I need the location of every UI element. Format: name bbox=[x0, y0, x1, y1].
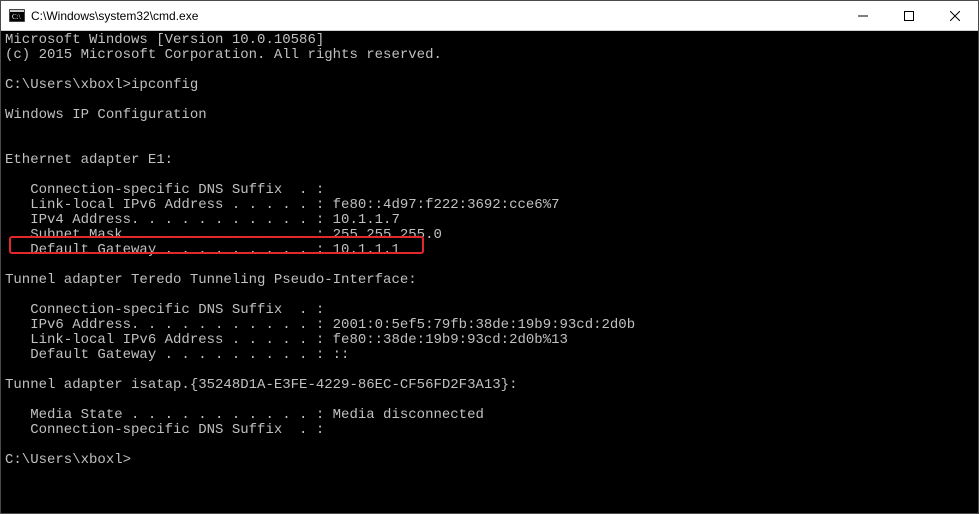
window-controls bbox=[840, 1, 978, 30]
terminal-line: (c) 2015 Microsoft Corporation. All righ… bbox=[5, 48, 976, 63]
terminal-line: IPv4 Address. . . . . . . . . . . : 10.1… bbox=[5, 213, 976, 228]
terminal-line: Default Gateway . . . . . . . . . : :: bbox=[5, 348, 976, 363]
terminal-line: Link-local IPv6 Address . . . . . : fe80… bbox=[5, 198, 976, 213]
terminal-line bbox=[5, 123, 976, 138]
terminal-line bbox=[5, 438, 976, 453]
terminal-line bbox=[5, 288, 976, 303]
terminal-line: Windows IP Configuration bbox=[5, 108, 976, 123]
terminal-line bbox=[5, 93, 976, 108]
terminal-line: Ethernet adapter E1: bbox=[5, 153, 976, 168]
terminal-output[interactable]: Microsoft Windows [Version 10.0.10586](c… bbox=[1, 31, 978, 513]
maximize-button[interactable] bbox=[886, 1, 932, 30]
terminal-line: Link-local IPv6 Address . . . . . : fe80… bbox=[5, 333, 976, 348]
cmd-icon: C:\ bbox=[9, 8, 25, 24]
terminal-line: Media State . . . . . . . . . . . : Medi… bbox=[5, 408, 976, 423]
close-button[interactable] bbox=[932, 1, 978, 30]
terminal-line: Tunnel adapter isatap.{35248D1A-E3FE-422… bbox=[5, 378, 976, 393]
terminal-line bbox=[5, 138, 976, 153]
terminal-line bbox=[5, 63, 976, 78]
terminal-line bbox=[5, 258, 976, 273]
terminal-line: Default Gateway . . . . . . . . . : 10.1… bbox=[5, 243, 976, 258]
terminal-line: Connection-specific DNS Suffix . : bbox=[5, 423, 976, 438]
cmd-window: C:\ C:\Windows\system32\cmd.exe Microsof… bbox=[0, 0, 979, 514]
svg-text:C:\: C:\ bbox=[12, 13, 21, 21]
terminal-line bbox=[5, 393, 976, 408]
terminal-line bbox=[5, 168, 976, 183]
titlebar[interactable]: C:\ C:\Windows\system32\cmd.exe bbox=[1, 1, 978, 31]
minimize-button[interactable] bbox=[840, 1, 886, 30]
terminal-line: Subnet Mask . . . . . . . . . . . : 255.… bbox=[5, 228, 976, 243]
window-title: C:\Windows\system32\cmd.exe bbox=[31, 9, 840, 23]
terminal-line: Tunnel adapter Teredo Tunneling Pseudo-I… bbox=[5, 273, 976, 288]
terminal-line bbox=[5, 363, 976, 378]
terminal-line: Microsoft Windows [Version 10.0.10586] bbox=[5, 33, 976, 48]
terminal-line: Connection-specific DNS Suffix . : bbox=[5, 183, 976, 198]
terminal-line: C:\Users\xboxl>ipconfig bbox=[5, 78, 976, 93]
terminal-line: Connection-specific DNS Suffix . : bbox=[5, 303, 976, 318]
terminal-line: C:\Users\xboxl> bbox=[5, 453, 976, 468]
terminal-line: IPv6 Address. . . . . . . . . . . : 2001… bbox=[5, 318, 976, 333]
